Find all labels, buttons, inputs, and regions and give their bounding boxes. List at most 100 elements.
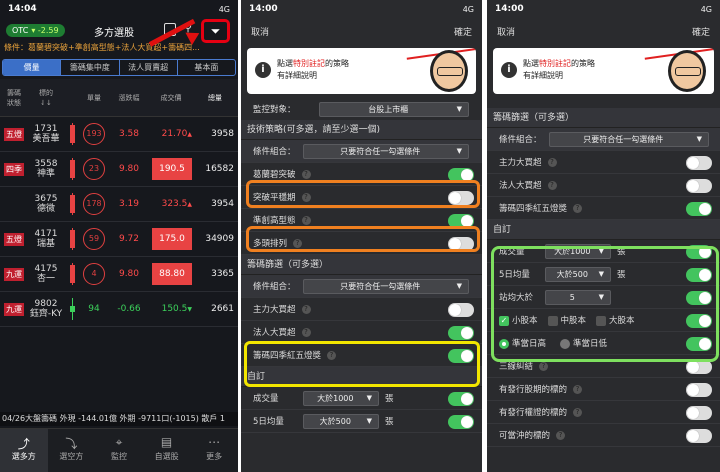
help-icon[interactable]: ? xyxy=(301,304,311,314)
combo-select[interactable]: 只要符合任一勾選條件 ▼ xyxy=(303,143,469,159)
trend-up-icon: ⤴ xyxy=(17,437,30,451)
chip-status-cell: 五燈 xyxy=(0,232,28,246)
condition-summary[interactable]: 條件：葛蘭碧突破+準創高型態+法人大買超+籌碼四... xyxy=(0,42,238,56)
col-unit-volume[interactable]: 單量 xyxy=(80,93,108,103)
help-banner[interactable]: i 點選特別註記的策略 有詳細說明 xyxy=(247,48,476,94)
extra-filter-toggle[interactable] xyxy=(686,429,712,443)
table-row[interactable]: 五燈 4171 瑞基 59 9.72 175.0 34909 xyxy=(0,222,238,257)
unit-volume-circle: 193 xyxy=(83,123,105,145)
banner-text-c: 有詳細說明 xyxy=(523,71,563,80)
col-price[interactable]: 成交價 xyxy=(150,93,196,103)
tab-monitor[interactable]: ⌖ 監控 xyxy=(95,429,143,472)
total-volume-cell: 3958 xyxy=(211,129,234,139)
table-row[interactable]: 九運 4175 杏一 4 9.80 88.80 3365 xyxy=(0,257,238,292)
table-row[interactable]: 九運 9802 鈺齊-KY 94 -0.66 150.5▼ 2661 xyxy=(0,292,238,327)
confirm-button[interactable]: 確定 xyxy=(454,25,472,38)
help-icon[interactable]: ? xyxy=(573,407,583,417)
extra-filter-toggle[interactable] xyxy=(686,383,712,397)
tab-bull[interactable]: ⤴ 選多方 xyxy=(0,429,48,472)
price-cell: 88.80 xyxy=(150,263,196,285)
tab-bear[interactable]: ⤵ 選空方 xyxy=(48,429,96,472)
chip-filter-toggle[interactable] xyxy=(686,202,712,216)
avatar xyxy=(430,50,468,92)
confirm-button[interactable]: 確定 xyxy=(692,25,710,38)
chip-filter-toggle[interactable] xyxy=(686,156,712,170)
unit-volume-cell: 193 xyxy=(80,123,108,145)
help-banner[interactable]: i 點選特別註記的策略 有詳細說明 xyxy=(493,48,714,94)
cancel-button[interactable]: 取消 xyxy=(251,25,269,38)
extra-filter-row: 有發行權證的標的? xyxy=(487,401,720,424)
extra-filter-row: 有發行股期的標的? xyxy=(487,378,720,401)
custom-filter-select[interactable]: 大於1000 ▼ xyxy=(303,390,379,406)
dropdown-icon: ▼ xyxy=(366,394,372,402)
table-row[interactable]: 四季 3558 神準 23 9.80 190.5 16582 xyxy=(0,152,238,187)
filter-button[interactable]: ⏷ xyxy=(201,19,230,43)
help-icon[interactable]: ? xyxy=(556,430,566,440)
price-cell: 150.5▼ xyxy=(150,304,196,314)
combo-value: 只要符合任一勾選條件 xyxy=(583,134,664,144)
stock-name: 瑞基 xyxy=(36,239,55,249)
help-icon[interactable]: ? xyxy=(573,203,583,213)
col-total-volume[interactable]: 總量 xyxy=(196,93,238,103)
otc-index-badge[interactable]: OTC ▾ -2.59 xyxy=(6,23,65,37)
col-chip-status[interactable]: 籌碼 狀態 xyxy=(0,88,28,108)
col-symbol[interactable]: 標的 ⇃↓ xyxy=(28,88,64,108)
help-icon[interactable]: ? xyxy=(301,169,311,179)
segment-price-volume[interactable]: 價量 xyxy=(3,60,62,75)
help-icon[interactable]: ? xyxy=(573,384,583,394)
chip-combo-select[interactable]: 只要符合任一勾選條件 ▼ xyxy=(549,131,709,147)
change-pct-cell: 3.58 xyxy=(118,129,140,139)
tab-label: 監控 xyxy=(110,452,127,461)
table-row[interactable]: 3675 德微 178 3.19 323.5▲ 3954 xyxy=(0,187,238,222)
help-icon[interactable]: ? xyxy=(547,180,557,190)
stock-code: 9802 xyxy=(34,299,58,309)
help-icon[interactable]: ? xyxy=(301,215,311,225)
unit-volume-cell: 178 xyxy=(80,193,108,215)
custom-filter-value: 大於500 xyxy=(319,416,351,426)
candle-body xyxy=(70,125,75,143)
chip-filter-toggle[interactable] xyxy=(686,179,712,193)
segment-chip-concentration[interactable]: 籌碼集中度 xyxy=(61,60,120,75)
change-pct-cell: 9.80 xyxy=(118,164,140,174)
cancel-button[interactable]: 取消 xyxy=(497,25,515,38)
candle-cell xyxy=(64,119,80,149)
chip-filter-row: 法人大買超? xyxy=(487,174,720,197)
custom-filter-toggle[interactable] xyxy=(448,392,474,406)
status-time: 14:00 xyxy=(249,4,278,14)
help-icon[interactable]: ? xyxy=(301,327,311,337)
table-header: 籌碼 狀態 標的 ⇃↓ 單量 漲跌幅 成交價 總量 xyxy=(0,79,238,117)
col-change-pct[interactable]: 漲跌幅 xyxy=(108,93,150,103)
candle-body xyxy=(70,195,75,213)
unit-volume-circle: 59 xyxy=(83,228,105,250)
help-icon[interactable]: ? xyxy=(547,157,557,167)
tab-watchlist[interactable]: ▤ 自選股 xyxy=(143,429,191,472)
table-row[interactable]: 五燈 1731 美吾華 193 3.58 21.70▲ 3958 xyxy=(0,117,238,152)
stock-name: 德微 xyxy=(36,204,55,214)
avatar xyxy=(668,50,706,92)
price-cell: 21.70▲ xyxy=(150,129,196,139)
custom-section-header: 自訂 xyxy=(487,220,720,240)
chip-filter-toggle[interactable] xyxy=(448,303,474,317)
extra-filter-toggle[interactable] xyxy=(686,406,712,420)
extra-filter-toggle[interactable] xyxy=(686,360,712,374)
otc-label: OTC xyxy=(12,25,29,35)
otc-change: ▾ -2.59 xyxy=(31,25,59,35)
custom-filter-select[interactable]: 大於500 ▼ xyxy=(303,413,379,429)
segment-fundamentals[interactable]: 基本面 xyxy=(178,60,235,75)
help-icon[interactable]: ? xyxy=(539,361,549,371)
screen-filter-settings: 14:00 4G 取消 確定 i 點選特別註記的策略 有詳細說明 監控對象： 台股… xyxy=(241,0,482,472)
chip-filter-toggle[interactable] xyxy=(448,326,474,340)
candle-cell xyxy=(64,154,80,184)
custom-filter-toggle[interactable] xyxy=(448,415,474,429)
unit-volume-cell: 94 xyxy=(80,304,108,314)
arrow-up-icon: ▲ xyxy=(187,201,192,208)
highlight-box-orange xyxy=(246,180,480,208)
segment-institutional[interactable]: 法人買賣超 xyxy=(120,60,178,75)
stock-code: 4171 xyxy=(34,229,58,239)
nav-bar: 取消 確定 xyxy=(241,18,482,44)
tab-more[interactable]: ⋯ 更多 xyxy=(190,429,238,472)
total-volume-cell: 3954 xyxy=(211,199,234,209)
custom-filter-value: 大於1000 xyxy=(317,393,354,403)
chip-combo-select[interactable]: 只要符合任一勾選條件 ▼ xyxy=(303,278,469,294)
monitor-select[interactable]: 台股上市櫃 ▼ xyxy=(319,101,469,117)
